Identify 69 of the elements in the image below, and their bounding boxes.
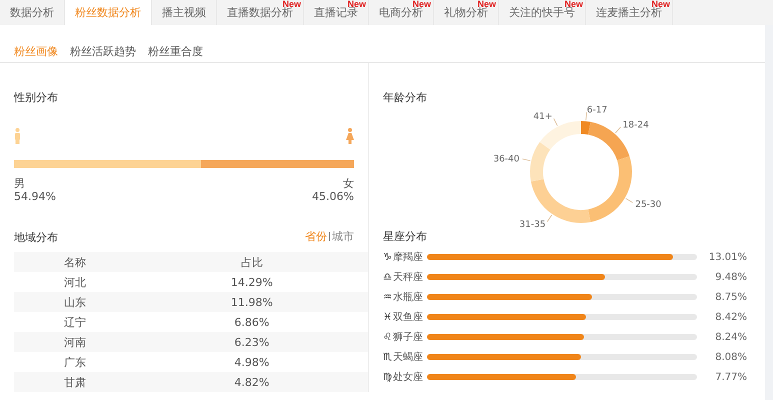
table-cell: 11.98% [136, 292, 368, 312]
toggle-link[interactable]: 城市 [332, 229, 354, 244]
percent-value: 8.42% [714, 312, 748, 322]
percent-value: 8.08% [714, 352, 748, 362]
section-title: 地域分布 [14, 230, 58, 244]
leader-line [553, 118, 558, 126]
table-cell: 甘肃 [14, 372, 136, 392]
leader-line [546, 214, 552, 222]
percent-value: 7.77% [714, 372, 748, 382]
table-cell: 河南 [14, 332, 136, 352]
age-label: 25-30 [635, 200, 662, 210]
male-percent: 54.94% [14, 190, 56, 203]
zodiac-name: 处女座 [393, 370, 424, 384]
section-title: 星座分布 [383, 229, 427, 243]
tab[interactable]: 粉丝数据分析 [65, 0, 152, 25]
leader-line [586, 112, 587, 121]
age-label: 31-35 [519, 220, 546, 230]
female-label: 女 [343, 177, 354, 190]
toggle-link[interactable]: 省份 [305, 229, 327, 244]
column-header: 名称 [14, 252, 136, 272]
table-cell: 6.86% [136, 312, 368, 332]
table-cell: 4.82% [136, 372, 368, 392]
section-title: 年龄分布 [383, 90, 427, 104]
new-label: New [412, 0, 431, 9]
male-icon [14, 128, 21, 144]
sub-tab[interactable]: 粉丝画像 [14, 41, 58, 62]
table-cell: 广东 [14, 352, 136, 372]
table-cell: 山东 [14, 292, 136, 312]
table-cell: 河北 [14, 272, 136, 292]
zodiac-symbol: ♒ [383, 292, 393, 302]
age-label: 36-40 [493, 154, 520, 164]
zodiac-name: 天蝎座 [393, 350, 424, 364]
zodiac-name: 水瓶座 [393, 290, 424, 304]
male-label: 男 [14, 177, 26, 190]
section-title: 性别分布 [14, 90, 58, 104]
female-icon [346, 128, 354, 144]
percent-value: 8.24% [714, 332, 748, 342]
female-percent: 45.06% [312, 190, 354, 203]
zodiac-name: 狮子座 [393, 330, 424, 344]
zodiac-symbol: ♍ [383, 372, 393, 382]
zodiac-symbol: ♓ [383, 312, 393, 322]
percent-value: 9.48% [714, 272, 748, 282]
zodiac-symbol: ♎ [383, 272, 393, 282]
new-label: New [282, 0, 301, 9]
zodiac-name: 天秤座 [393, 270, 424, 284]
new-label: New [347, 0, 366, 9]
new-label: New [477, 0, 496, 9]
column-header: 占比 [136, 252, 368, 272]
age-label: 41+ [533, 112, 552, 122]
new-label: New [564, 0, 583, 9]
sub-tab[interactable]: 粉丝重合度 [148, 41, 203, 62]
zodiac-name: 双鱼座 [393, 310, 424, 324]
age-label: 18-24 [622, 120, 649, 131]
table-cell: 14.29% [136, 272, 368, 292]
leader-line [522, 158, 531, 161]
leader-line [625, 198, 633, 203]
age-label: 6-17 [586, 105, 608, 116]
new-label: New [651, 0, 670, 9]
zodiac-name: 摩羯座 [393, 250, 424, 264]
table-cell: 辽宁 [14, 312, 136, 332]
percent-value: 13.01% [708, 252, 748, 262]
zodiac-symbol: ♏ [383, 352, 393, 362]
zodiac-symbol: ♌ [383, 332, 393, 342]
zodiac-symbol: ♑ [383, 252, 393, 262]
sub-tab[interactable]: 粉丝活跃趋势 [70, 41, 136, 62]
table-cell: 6.23% [136, 332, 368, 352]
leader-line [615, 126, 622, 134]
percent-value: 8.75% [714, 292, 748, 302]
table-cell: 4.98% [136, 352, 368, 372]
